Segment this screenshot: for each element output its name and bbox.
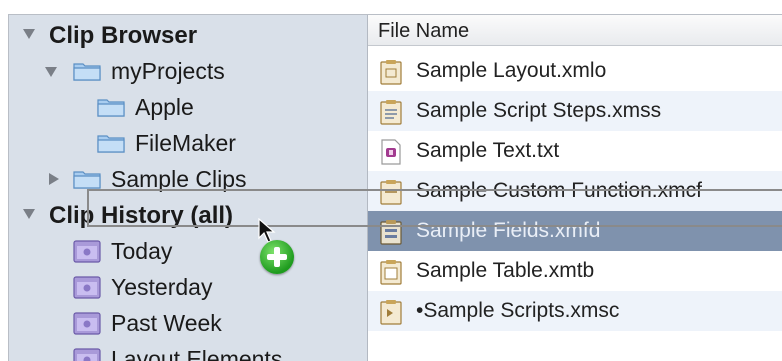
smart-folder-icon: [73, 239, 101, 263]
file-row[interactable]: Sample Custom Function.xmcf: [368, 171, 782, 211]
folder-icon: [73, 60, 101, 81]
smart-folder-icon: [73, 347, 101, 361]
smart-folder-icon: [73, 275, 101, 299]
layout-doc-icon: [380, 59, 402, 85]
copy-plus-icon: [260, 240, 294, 274]
sidebar-item-label: Yesterday: [111, 274, 212, 301]
file-name: •Sample Scripts.xmsc: [416, 299, 619, 323]
drag-outline-line: [87, 225, 782, 227]
file-row-selected[interactable]: Sample Fields.xmfd: [368, 211, 782, 251]
sidebar-item-label: Layout Elements: [111, 346, 282, 361]
drag-outline-line: [87, 189, 782, 191]
column-header-file-name[interactable]: File Name: [368, 15, 782, 46]
file-row[interactable]: Sample Table.xmtb: [368, 251, 782, 291]
disclosure-triangle-collapsed-icon[interactable]: [49, 173, 59, 185]
fields-doc-icon: [380, 219, 402, 245]
clip-manager-window: Clip Browser myProjects Apple F: [8, 14, 782, 361]
sidebar-item-label: FileMaker: [135, 130, 236, 157]
file-name: Sample Script Steps.xmss: [416, 99, 661, 123]
sidebar-item-label: myProjects: [111, 58, 225, 85]
disclosure-triangle-expanded-icon[interactable]: [23, 209, 35, 219]
file-row[interactable]: Sample Text.txt: [368, 131, 782, 171]
sidebar: Clip Browser myProjects Apple F: [9, 15, 368, 361]
sidebar-item-label: Today: [111, 238, 172, 265]
custom-function-doc-icon: [380, 179, 402, 205]
section-title-clip-browser: Clip Browser: [49, 22, 197, 50]
folder-icon: [97, 132, 125, 153]
file-name: Sample Fields.xmfd: [416, 219, 600, 243]
file-name: Sample Text.txt: [416, 139, 559, 163]
text-doc-icon: [380, 139, 402, 165]
file-row[interactable]: •Sample Scripts.xmsc: [368, 291, 782, 331]
sidebar-item-label: Past Week: [111, 310, 222, 337]
file-list: File Name Sample Layout.xmlo Sample Scri…: [368, 15, 782, 361]
folder-icon: [97, 96, 125, 117]
file-name: Sample Table.xmtb: [416, 259, 594, 283]
disclosure-triangle-expanded-icon[interactable]: [45, 67, 57, 77]
file-row[interactable]: Sample Script Steps.xmss: [368, 91, 782, 131]
drag-outline-line: [87, 189, 89, 227]
script-steps-doc-icon: [380, 99, 402, 125]
folder-icon: [73, 168, 101, 189]
file-row[interactable]: Sample Layout.xmlo: [368, 51, 782, 91]
column-header-label: File Name: [378, 20, 469, 43]
table-doc-icon: [380, 259, 402, 285]
file-name: Sample Layout.xmlo: [416, 59, 606, 83]
disclosure-triangle-expanded-icon[interactable]: [23, 29, 35, 39]
smart-folder-icon: [73, 311, 101, 335]
sidebar-item-label: Apple: [135, 94, 194, 121]
scripts-doc-icon: [380, 299, 402, 325]
file-name: Sample Custom Function.xmcf: [416, 179, 702, 203]
